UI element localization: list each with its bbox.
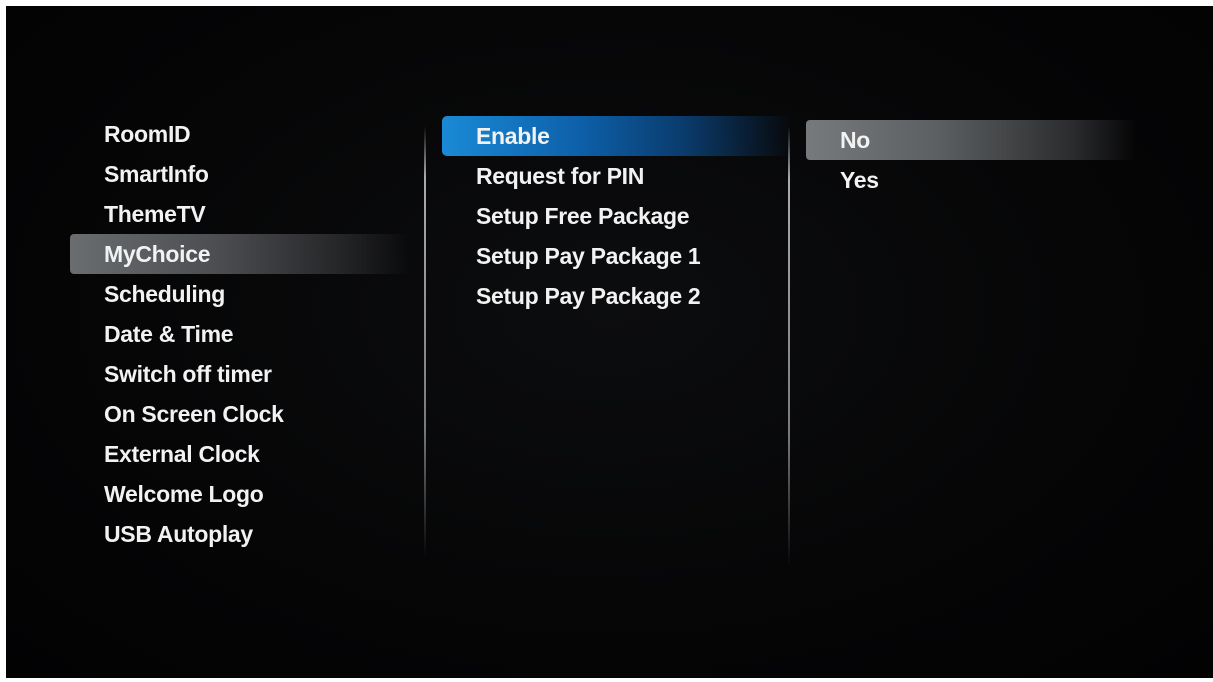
submenu-item-enable[interactable]: Enable: [442, 116, 792, 156]
submenu-item-label: Enable: [476, 123, 550, 149]
column-divider: [424, 126, 426, 556]
option-label: No: [840, 127, 871, 153]
tv-settings-screen: RoomID SmartInfo ThemeTV MyChoice Schedu…: [6, 6, 1213, 678]
submenu-item-label: Setup Pay Package 2: [476, 283, 701, 309]
menu-item-welcome-logo[interactable]: Welcome Logo: [70, 474, 410, 514]
column-divider: [788, 126, 790, 566]
mychoice-submenu: Enable Request for PIN Setup Free Packag…: [442, 116, 792, 316]
menu-item-switch-off-timer[interactable]: Switch off timer: [70, 354, 410, 394]
menu-item-label: Scheduling: [104, 281, 225, 307]
menu-item-usb-autoplay[interactable]: USB Autoplay: [70, 514, 410, 554]
menu-item-external-clock[interactable]: External Clock: [70, 434, 410, 474]
menu-item-label: Welcome Logo: [104, 481, 264, 507]
menu-item-label: SmartInfo: [104, 161, 209, 187]
menu-item-on-screen-clock[interactable]: On Screen Clock: [70, 394, 410, 434]
menu-item-label: Date & Time: [104, 321, 234, 347]
menu-item-label: Switch off timer: [104, 361, 272, 387]
menu-item-label: ThemeTV: [104, 201, 206, 227]
menu-item-date-time[interactable]: Date & Time: [70, 314, 410, 354]
option-yes[interactable]: Yes: [806, 160, 1136, 200]
submenu-item-setup-pay-package-1[interactable]: Setup Pay Package 1: [442, 236, 792, 276]
menu-item-themetv[interactable]: ThemeTV: [70, 194, 410, 234]
menu-item-label: USB Autoplay: [104, 521, 253, 547]
submenu-item-setup-pay-package-2[interactable]: Setup Pay Package 2: [442, 276, 792, 316]
menu-item-roomid[interactable]: RoomID: [70, 114, 410, 154]
menu-item-label: On Screen Clock: [104, 401, 284, 427]
menu-item-label: MyChoice: [104, 241, 211, 267]
submenu-item-request-for-pin[interactable]: Request for PIN: [442, 156, 792, 196]
menu-item-label: RoomID: [104, 121, 191, 147]
submenu-item-label: Setup Pay Package 1: [476, 243, 701, 269]
submenu-item-setup-free-package[interactable]: Setup Free Package: [442, 196, 792, 236]
menu-item-smartinfo[interactable]: SmartInfo: [70, 154, 410, 194]
option-label: Yes: [840, 167, 879, 193]
submenu-item-label: Setup Free Package: [476, 203, 690, 229]
settings-category-list: RoomID SmartInfo ThemeTV MyChoice Schedu…: [70, 114, 410, 554]
menu-item-scheduling[interactable]: Scheduling: [70, 274, 410, 314]
option-no[interactable]: No: [806, 120, 1136, 160]
enable-options-list: No Yes: [806, 120, 1136, 200]
menu-item-label: External Clock: [104, 441, 260, 467]
menu-item-mychoice[interactable]: MyChoice: [70, 234, 410, 274]
submenu-item-label: Request for PIN: [476, 163, 645, 189]
